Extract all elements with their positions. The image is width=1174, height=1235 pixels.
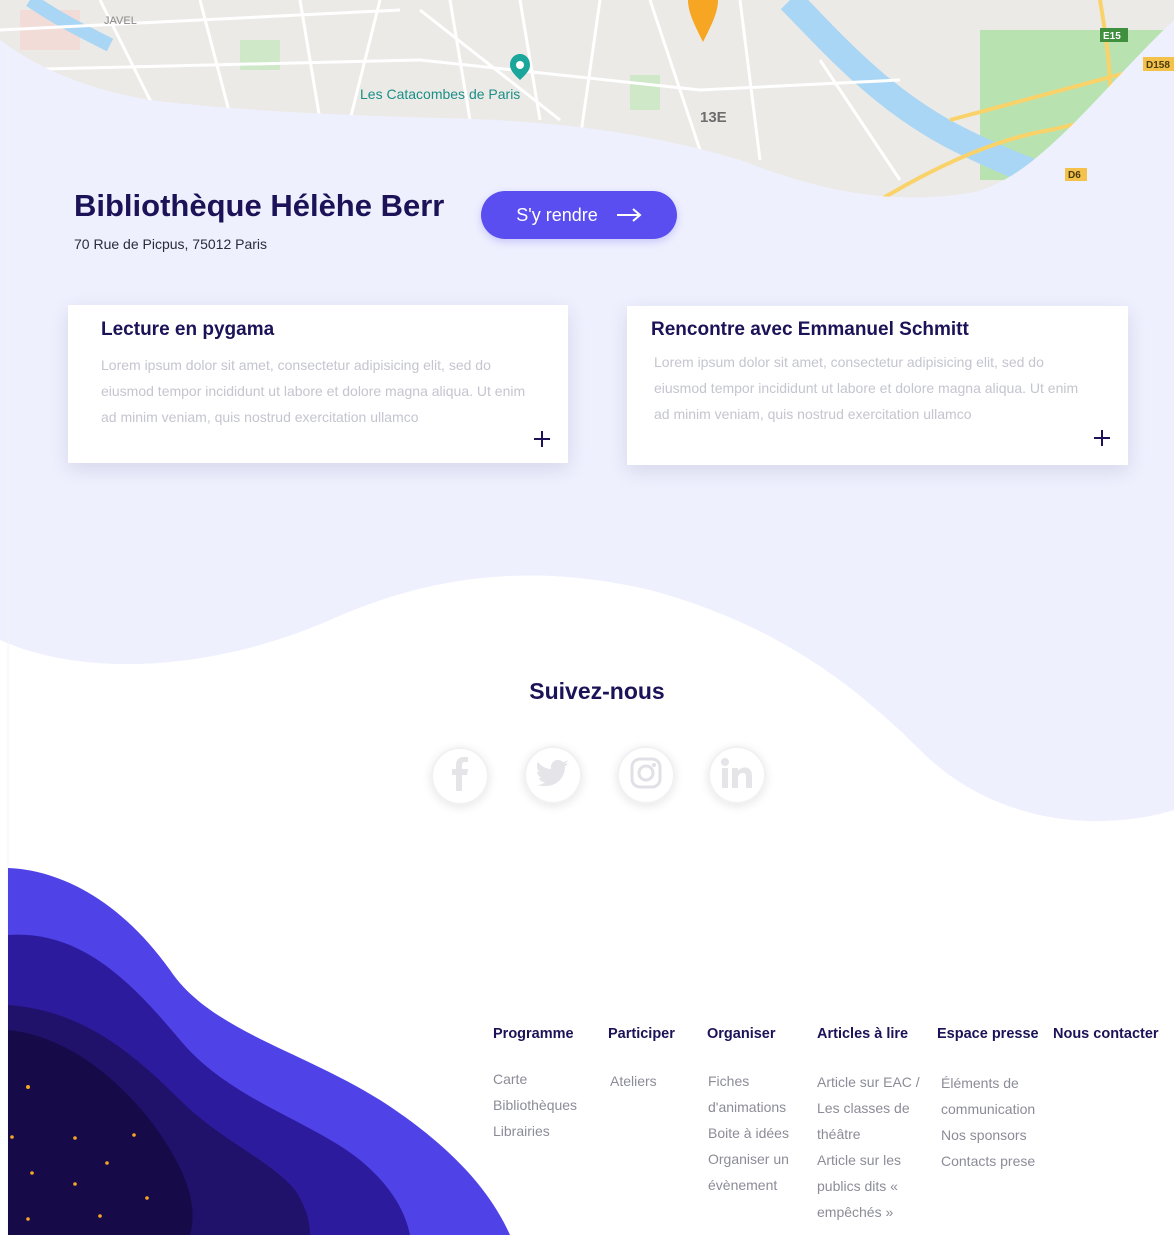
map-label-d6: D6	[1068, 170, 1081, 181]
event-card[interactable]: Rencontre avec Emmanuel Schmitt Lorem ip…	[627, 306, 1128, 465]
library-address: 70 Rue de Picpus, 75012 Paris	[74, 236, 268, 252]
footer-link[interactable]: Ateliers	[610, 1066, 675, 1094]
footer-link[interactable]: Contacts prese	[937, 1148, 1049, 1174]
footer-heading[interactable]: Nous contacter	[1053, 1026, 1159, 1042]
instagram-icon	[630, 757, 662, 794]
directions-button-label: S'y rendre	[516, 204, 598, 225]
footer-heading: Participer	[608, 1026, 675, 1042]
footer-heading: Organiser	[707, 1026, 776, 1042]
follow-us-title: Suivez-nous	[529, 678, 665, 704]
footer-link[interactable]: Fiches d'animations	[707, 1066, 805, 1120]
expand-plus-icon[interactable]	[1092, 428, 1112, 448]
footer-link[interactable]: Boite à idées	[707, 1120, 805, 1146]
footer-link[interactable]: Nos sponsors	[937, 1122, 1049, 1148]
event-title: Lecture en pygama	[101, 319, 275, 340]
map[interactable]: JAVEL Les Catacombes de Paris 13E E15 D1…	[0, 0, 1174, 200]
event-description: Lorem ipsum dolor sit amet, consectetur …	[654, 354, 1079, 422]
map-label-d158: D158	[1146, 60, 1170, 71]
footer-link[interactable]: Carte	[493, 1066, 577, 1092]
expand-plus-icon[interactable]	[532, 429, 552, 449]
facebook-link[interactable]	[431, 747, 489, 805]
arrow-right-icon	[616, 208, 642, 222]
footer-column-organiser: Organiser Fiches d'animations Boite à id…	[707, 1026, 805, 1198]
library-name: Bibliothèque Hélèhe Berr	[74, 188, 445, 223]
footer-link[interactable]: Bibliothèques	[493, 1092, 577, 1118]
event-card[interactable]: Lecture en pygama Lorem ipsum dolor sit …	[68, 305, 568, 463]
twitter-link[interactable]	[524, 746, 582, 804]
instagram-link[interactable]	[617, 746, 675, 804]
footer-column-presse: Espace presse Éléments de communication …	[937, 1026, 1049, 1174]
footer-column-programme: Programme Carte Bibliothèques Librairies	[493, 1026, 577, 1144]
footer-heading: Espace presse	[937, 1026, 1039, 1042]
event-description: Lorem ipsum dolor sit amet, consectetur …	[101, 357, 526, 425]
twitter-icon	[537, 759, 569, 791]
map-label-javel: JAVEL	[104, 15, 137, 27]
footer-heading: Programme	[493, 1026, 574, 1042]
footer-column-articles: Articles à lire Article sur EAC / Les cl…	[817, 1026, 927, 1225]
footer-link[interactable]: Article sur EAC / Les classes de théâtre	[817, 1066, 927, 1147]
facebook-icon	[445, 756, 475, 796]
footer-link[interactable]: Organiser un évènement	[707, 1146, 805, 1198]
map-label-catacombes: Les Catacombes de Paris	[360, 86, 520, 102]
linkedin-link[interactable]	[708, 746, 766, 804]
footer-heading: Articles à lire	[817, 1026, 909, 1042]
linkedin-icon	[721, 757, 753, 793]
footer-column-contact[interactable]: Nous contacter	[1053, 1026, 1159, 1066]
event-title: Rencontre avec Emmanuel Schmitt	[651, 319, 969, 340]
footer-link[interactable]: Librairies	[493, 1118, 577, 1144]
map-label-13e: 13E	[700, 109, 727, 126]
footer-link[interactable]: Article sur les publics dits « empêchés …	[817, 1147, 927, 1225]
footer-link[interactable]: Éléments de communication	[937, 1066, 1049, 1122]
footer-column-participer: Participer Ateliers	[608, 1026, 675, 1094]
map-label-e15: E15	[1103, 31, 1121, 42]
decorative-waves	[8, 868, 510, 1235]
directions-button[interactable]: S'y rendre	[481, 191, 677, 239]
